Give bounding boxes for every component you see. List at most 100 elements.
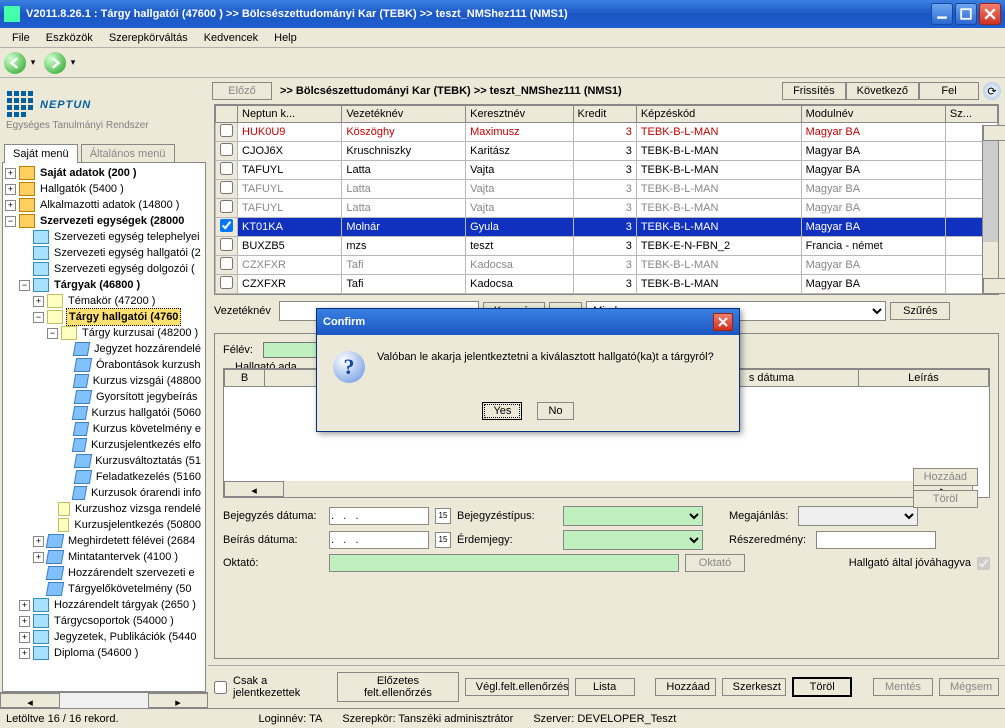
column-header[interactable]: Képzéskód [636,106,801,123]
tree-twisty-icon[interactable]: + [19,632,30,643]
tree-twisty-icon[interactable]: + [33,536,44,547]
menu-role[interactable]: Szerepkörváltás [101,30,196,46]
tree-twisty-icon[interactable]: + [19,600,30,611]
tree-node[interactable]: Kurzus vizsgái (48800 [5,373,203,389]
row-checkbox[interactable] [220,124,233,137]
grade-select[interactable] [563,530,703,550]
prev-button[interactable]: Előző [212,82,272,100]
tree-twisty-icon[interactable] [61,472,72,483]
row-checkbox[interactable] [220,238,233,251]
only-registered-checkbox[interactable] [214,681,227,694]
scroll-down-icon[interactable]: ▾ [983,278,1005,294]
tree-node[interactable]: −Tárgyak (46800 ) [5,277,203,293]
tab-own-menu[interactable]: Saját menü [4,144,78,163]
tree-node[interactable]: +Jegyzetek, Publikációk (5440 [5,629,203,645]
sub-hscrollbar[interactable]: ◂ ▸ [224,481,973,497]
tree-node[interactable]: Hozzárendelt szervezeti e [5,565,203,581]
row-checkbox[interactable] [220,219,233,232]
sub-col-0[interactable]: B [225,370,265,387]
entry-type-select[interactable] [563,506,703,526]
tree-twisty-icon[interactable] [33,568,44,579]
column-header[interactable]: Sz... [945,106,997,123]
tree-twisty-icon[interactable]: − [19,280,30,291]
table-row[interactable]: HUK0U9KöszöghyMaximusz3TEBK-B-L-MANMagya… [216,123,998,142]
table-row[interactable]: CJOJ6XKruschniszkyKaritász3TEBK-B-L-MANM… [216,142,998,161]
tree-twisty-icon[interactable] [61,360,72,371]
column-header[interactable]: Neptun k... [238,106,342,123]
column-header[interactable] [216,106,238,123]
nav-back-dropdown[interactable]: ▾ [28,57,38,68]
row-checkbox[interactable] [220,162,233,175]
up-button[interactable]: Fel [919,82,979,100]
recommend-select[interactable] [798,506,918,526]
menu-tools[interactable]: Eszközök [38,30,101,46]
tree-node[interactable]: Kurzusjelentkezés elfo [5,437,203,453]
tree-node[interactable]: Kurzus hallgatói (5060 [5,405,203,421]
approved-checkbox[interactable] [977,557,990,570]
row-checkbox[interactable] [220,200,233,213]
column-header[interactable]: Modulnév [801,106,945,123]
menu-file[interactable]: File [4,30,38,46]
tab-general-menu[interactable]: Általános menü [81,144,175,163]
row-checkbox[interactable] [220,257,233,270]
entry-date-input[interactable] [329,507,429,525]
tree-twisty-icon[interactable] [47,504,55,515]
tree-node[interactable]: Szervezeti egység telephelyei [5,229,203,245]
tree-twisty-icon[interactable]: + [5,184,16,195]
tree-node[interactable]: −Tárgy hallgatói (4760 [5,309,203,325]
tree-node[interactable]: +Saját adatok (200 ) [5,165,203,181]
menu-favorites[interactable]: Kedvencek [196,30,266,46]
tree-twisty-icon[interactable] [19,248,30,259]
row-checkbox[interactable] [220,276,233,289]
scroll-right-icon[interactable]: ▸ [148,693,208,708]
sub-col-2[interactable]: Leírás [858,370,988,387]
tree-twisty-icon[interactable] [61,408,70,419]
tree-twisty-icon[interactable] [19,264,30,275]
dialog-yes-button[interactable]: Yes [482,402,522,420]
tree-node[interactable]: Szervezeti egység dolgozói ( [5,261,203,277]
nav-forward-dropdown[interactable]: ▾ [68,57,78,68]
tree-twisty-icon[interactable]: − [47,328,58,339]
dialog-close-button[interactable] [713,313,733,331]
column-header[interactable]: Kredit [573,106,636,123]
maximize-button[interactable] [955,3,977,25]
table-row[interactable]: BUXZB5mzsteszt3TEBK-E-N-FBN_2Francia - n… [216,237,998,256]
tree-twisty-icon[interactable]: − [33,312,44,323]
save-button[interactable]: Mentés [873,678,933,696]
tree-node[interactable]: +Diploma (54600 ) [5,645,203,661]
table-row[interactable]: TAFUYLLattaVajta3TEBK-B-L-MANMagyar BA [216,199,998,218]
tree-node[interactable]: Tárgyelőkövetelmény (50 [5,581,203,597]
row-checkbox[interactable] [220,181,233,194]
tree-twisty-icon[interactable] [61,344,71,355]
tree-node[interactable]: Órabontások kurzush [5,357,203,373]
tree-twisty-icon[interactable]: + [5,200,16,211]
tree-node[interactable]: +Tárgycsoportok (54000 ) [5,613,203,629]
tree-node[interactable]: Kurzushoz vizsga rendelé [5,501,203,517]
tree-twisty-icon[interactable]: + [5,168,16,179]
tree-node[interactable]: +Alkalmazotti adatok (14800 ) [5,197,203,213]
partial-input[interactable] [816,531,936,549]
sub-delete-button[interactable]: Töröl [913,490,978,508]
scroll-left-icon[interactable]: ◂ [0,693,60,708]
table-row[interactable]: KT01KAMolnárGyula3TEBK-B-L-MANMagyar BA1 [216,218,998,237]
tree-node[interactable]: Gyorsított jegybeírás [5,389,203,405]
minimize-button[interactable] [931,3,953,25]
tree-twisty-icon[interactable]: + [19,616,30,627]
table-row[interactable]: TAFUYLLattaVajta3TEBK-B-L-MANMagyar BA1 [216,161,998,180]
write-date-input[interactable] [329,531,429,549]
tree-hscrollbar[interactable]: ◂ ▸ [0,692,208,708]
column-header[interactable]: Keresztnév [466,106,573,123]
tree-node[interactable]: Jegyzet hozzárendelé [5,341,203,357]
precheck-button[interactable]: Előzetes felt.ellenőrzés [337,672,459,702]
tree-twisty-icon[interactable]: + [33,552,44,563]
tree-node[interactable]: Kurzusok órarendi info [5,485,203,501]
tree-twisty-icon[interactable]: − [5,216,16,227]
tree-view[interactable]: +Saját adatok (200 )+Hallgatók (5400 )+A… [2,162,206,692]
scroll-up-icon[interactable]: ▴ [983,125,1005,141]
teacher-button[interactable]: Oktató [685,554,745,572]
tree-twisty-icon[interactable] [61,376,71,387]
next-button[interactable]: Következő [846,82,919,100]
tree-twisty-icon[interactable] [61,424,71,435]
column-header[interactable]: Vezetéknév [342,106,466,123]
sub-add-button[interactable]: Hozzáad [913,468,978,486]
